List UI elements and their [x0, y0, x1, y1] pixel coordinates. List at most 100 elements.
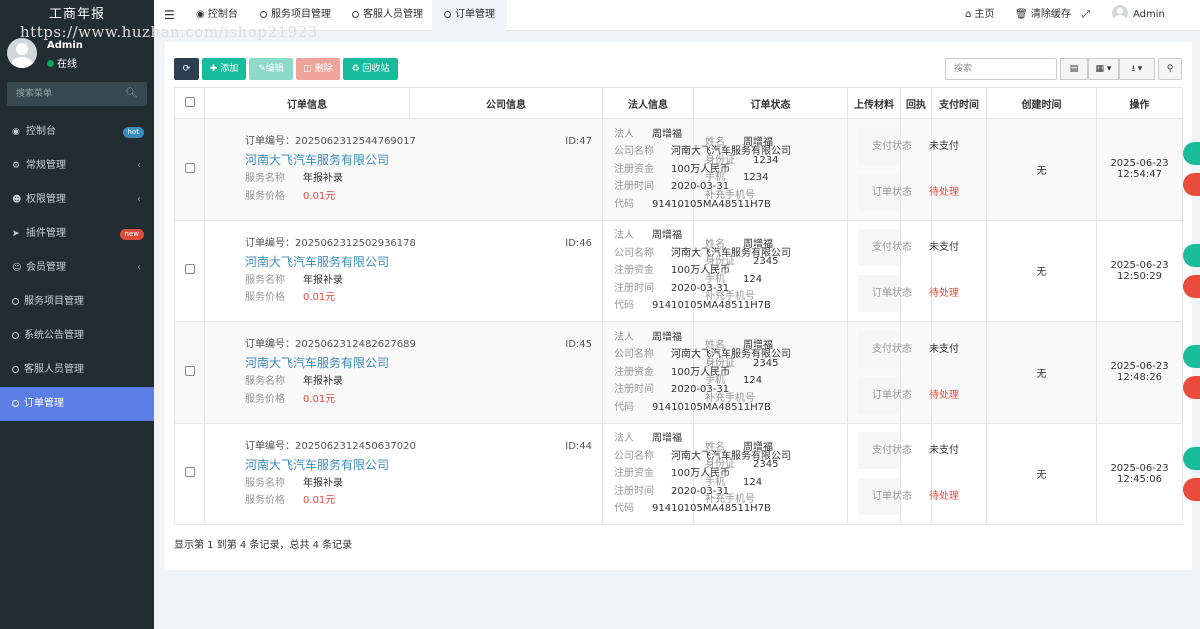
sidebar-item-announcements[interactable]: 系统公告管理 [0, 319, 154, 353]
field-label: 手机 [705, 172, 725, 184]
order-number-row: 订单编号：2025062312450637020 ID:44 [245, 438, 602, 455]
advanced-search-button[interactable]: ⚲ [1158, 58, 1182, 80]
row-delete-button[interactable]: ◫ [1183, 274, 1200, 298]
header-actions[interactable]: 操作 [1096, 87, 1183, 119]
field-row: 注册时间 2020-03-31 [614, 280, 729, 298]
row-edit-button[interactable]: ✎ [1183, 345, 1200, 369]
pay-status: 未支付 [929, 242, 959, 254]
field-row: 法人 周增福 [614, 430, 693, 448]
field-label: 服务价格 [245, 292, 285, 304]
recycle-bin-button[interactable]: ♻ 回收站 [343, 58, 398, 80]
header-legal-info[interactable]: 法人信息 [602, 87, 694, 119]
order-number: 订单编号：2025062312482627689 [245, 336, 416, 353]
row-delete-button[interactable]: ◫ [1183, 376, 1200, 400]
row-checkbox[interactable] [184, 264, 195, 275]
company-info-cell: 法人 周增福 公司名称 河南大飞汽车服务有限公司 注册资金 100万人民币 注册时间 2020… [602, 321, 791, 424]
field-row: 公司名称 河南大飞汽车服务有限公司 [614, 143, 791, 161]
company-link[interactable]: 河南大飞汽车服务有限公司 [245, 353, 602, 373]
row-checkbox[interactable] [184, 365, 195, 376]
company-info-cell: 法人 周增福 公司名称 河南大飞汽车服务有限公司 注册资金 100万人民币 注册时间 2020… [602, 219, 791, 322]
field-label: 注册时间 [614, 485, 654, 497]
row-delete-button[interactable]: ◫ [1183, 173, 1200, 197]
delete-button[interactable]: ◫ 删除 [296, 58, 340, 80]
create-time: 2025-06-23 12:48:26 [1096, 321, 1183, 424]
field-label: 公司名称 [614, 247, 654, 259]
row-checkbox[interactable] [184, 467, 195, 478]
field-label: 注册资金 [614, 468, 654, 479]
sidebar-item-permissions[interactable]: ☻ 权限管理 ‹ [0, 183, 154, 217]
order-number-label: 订单编号： [245, 237, 295, 249]
tab-label: 客服人员管理 [363, 9, 423, 20]
header-uploads[interactable]: 上传材料 [847, 87, 901, 119]
tab-support-staff[interactable]: 客服人员管理 [352, 0, 423, 31]
company-link[interactable]: 河南大飞汽车服务有限公司 [245, 150, 602, 170]
edit-button[interactable]: ✎编辑 [249, 58, 293, 80]
user-status-text: 在线 [57, 59, 77, 70]
field-row: 公司名称 河南大飞汽车服务有限公司 [614, 448, 791, 466]
search-icon[interactable]: 🔍︎ [125, 82, 138, 106]
tab-orders[interactable]: 订单管理 [432, 0, 507, 31]
header-create-time[interactable]: 创建时间 [986, 87, 1097, 119]
order-number: 订单编号：2025062312450637020 [245, 438, 416, 455]
chevron-left-icon: ‹ [137, 160, 141, 171]
select-all-checkbox-cell [174, 87, 205, 119]
user-status: 在线 [47, 55, 77, 70]
order-number-row: 订单编号：2025062312502936178 ID:46 [245, 235, 602, 252]
field-label: 手机 [705, 476, 725, 488]
sidebar-item-general[interactable]: ⚙ 常规管理 ‹ [0, 149, 154, 183]
toggle-view-button[interactable]: ▤ [1060, 58, 1088, 80]
sidebar-search-input[interactable]: 搜索菜单 🔍︎ [7, 82, 147, 106]
user-menu[interactable]: Admin [1112, 0, 1165, 31]
row-edit-button[interactable]: ✎ [1183, 142, 1200, 166]
field-label: 服务价格 [245, 190, 285, 202]
create-time: 2025-06-23 12:50:29 [1096, 219, 1183, 322]
sidebar-item-plugins[interactable]: ➤ 插件管理 new [0, 217, 154, 251]
add-button[interactable]: ✚ 添加 [202, 58, 246, 80]
header-order-status[interactable]: 订单状态 [693, 87, 848, 119]
chevron-left-icon: ‹ [137, 262, 141, 273]
sidebar-item-orders[interactable]: 订单管理 [0, 387, 154, 421]
field-label: 支付状态 [872, 242, 912, 254]
field-row: 注册资金 100万人民币 [614, 161, 730, 179]
order-id: ID:44 [565, 440, 592, 452]
legal-person: 周增福 [652, 331, 682, 343]
hot-badge: hot [122, 127, 144, 138]
header-order-info[interactable]: 订单信息 [204, 87, 410, 119]
home-link[interactable]: ⌂ 主页 [965, 0, 995, 31]
pay-time: 无 [986, 422, 1097, 525]
field-label: 法人 [614, 230, 634, 241]
sidebar-item-services[interactable]: 服务项目管理 [0, 285, 154, 319]
table-search-input[interactable]: 搜索 [945, 58, 1057, 80]
company-link[interactable]: 河南大飞汽车服务有限公司 [245, 252, 602, 272]
row-delete-button[interactable]: ◫ [1183, 477, 1200, 501]
field-row: 补充手机号 [705, 187, 847, 205]
sidebar-item-dashboard[interactable]: ◉ 控制台 hot [0, 115, 154, 149]
refresh-button[interactable]: ⟳ [174, 58, 199, 80]
header-receipt[interactable]: 回执 [900, 87, 932, 119]
sidebar-item-members[interactable]: ☺ 会员管理 ‹ [0, 251, 154, 285]
add-label: 添加 [220, 64, 239, 74]
phone: 124 [743, 273, 763, 285]
order-number-row: 订单编号：2025062312544769017 ID:47 [245, 133, 602, 150]
header-company-info[interactable]: 公司信息 [409, 87, 603, 119]
field-label: 姓名 [705, 238, 725, 250]
create-time: 2025-06-23 12:54:47 [1096, 118, 1183, 221]
field-label: 身份证 [705, 154, 735, 166]
row-checkbox[interactable] [184, 162, 195, 173]
new-badge: new [119, 229, 144, 240]
field-row: 身份证 2345 [705, 355, 847, 373]
field-label: 补充手机号 [705, 189, 755, 201]
header-pay-time[interactable]: 支付时间 [931, 87, 987, 119]
export-dropdown-button[interactable]: ⭳ ▾ [1119, 58, 1155, 80]
row-edit-button[interactable]: ✎ [1183, 446, 1200, 470]
row-edit-button[interactable]: ✎ [1183, 243, 1200, 267]
columns-dropdown-button[interactable]: ▦ ▾ [1088, 58, 1119, 80]
row-checkbox-cell [174, 321, 205, 424]
company-link[interactable]: 河南大飞汽车服务有限公司 [245, 455, 602, 475]
order-status: 待处理 [929, 491, 959, 503]
fullscreen-icon[interactable]: ⤢ [1082, 0, 1090, 31]
clear-cache-button[interactable]: 🗑︎ 清除缓存 [1015, 0, 1071, 31]
sidebar-item-support-staff[interactable]: 客服人员管理 [0, 353, 154, 387]
field-label: 服务价格 [245, 495, 285, 507]
select-all-checkbox[interactable] [184, 96, 195, 107]
